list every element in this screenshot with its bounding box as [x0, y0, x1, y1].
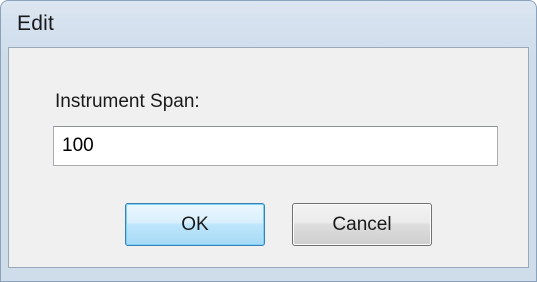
dialog-body: Instrument Span: OK Cancel [8, 47, 529, 268]
dialog-title: Edit [17, 12, 54, 35]
cancel-button[interactable]: Cancel [292, 203, 432, 246]
ok-button[interactable]: OK [125, 203, 265, 246]
instrument-span-label: Instrument Span: [55, 91, 200, 112]
edit-dialog: Edit Instrument Span: OK Cancel [0, 0, 537, 282]
title-bar[interactable]: Edit [1, 1, 536, 47]
instrument-span-input[interactable] [53, 126, 498, 166]
